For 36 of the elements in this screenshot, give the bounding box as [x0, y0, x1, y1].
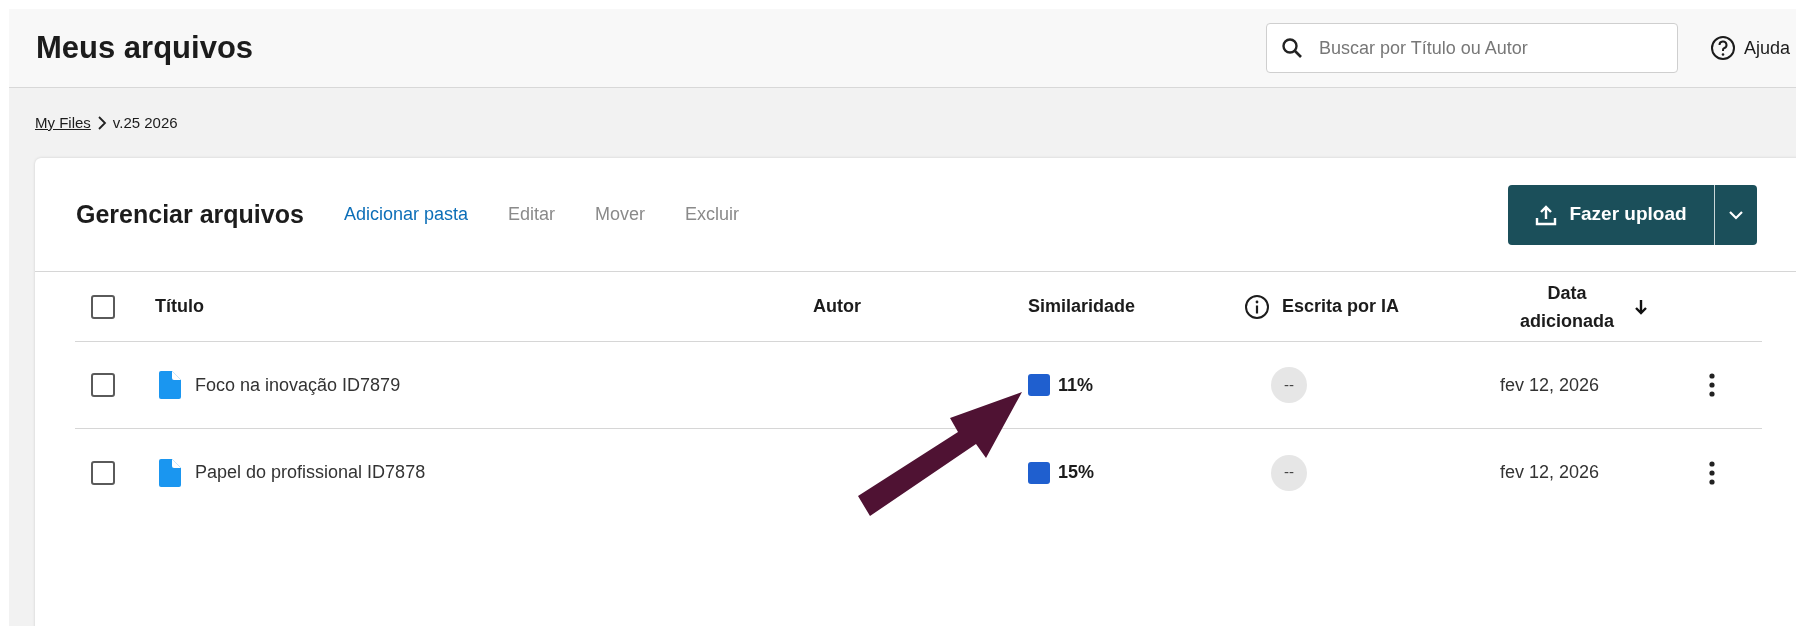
column-header: Autor	[813, 295, 861, 318]
date-added: fev 12, 2026	[1499, 461, 1601, 484]
file-title[interactable]: Papel do profissional ID7878	[195, 459, 426, 486]
document-icon	[159, 371, 181, 399]
caret-icon[interactable]	[1728, 209, 1744, 220]
toolbar-link[interactable]: Adicionar pasta	[343, 201, 468, 228]
document-icon	[159, 458, 181, 487]
search-field[interactable]: Buscar por Título ou Autor	[1265, 23, 1678, 73]
column-header: Título	[155, 295, 204, 318]
search-icon	[1279, 36, 1304, 60]
breadcrumb-link[interactable]: My Files	[35, 111, 91, 135]
sort-down-icon[interactable]	[1634, 298, 1648, 315]
checkbox[interactable]	[91, 373, 115, 397]
more-options-icon[interactable]	[1708, 372, 1716, 398]
checkbox[interactable]	[91, 460, 115, 485]
similarity-score[interactable]: 15%	[1058, 459, 1095, 486]
column-header[interactable]: Data adicionada	[1512, 278, 1622, 335]
page-title: Meus arquivos	[36, 28, 254, 67]
file-title[interactable]: Foco na inovação ID7879	[195, 371, 401, 399]
panel-title: Gerenciar arquivos	[76, 198, 304, 230]
upload-label: Fazer upload	[1569, 202, 1687, 227]
ai-score-badge: --	[1271, 454, 1307, 491]
breadcrumb-current: v.25 2026	[112, 112, 178, 133]
upload-icon	[1535, 203, 1558, 226]
chevron-right-icon	[96, 116, 107, 130]
column-header: Similaridade	[1028, 295, 1136, 318]
more-options-icon[interactable]	[1708, 459, 1716, 486]
info-icon[interactable]	[1244, 293, 1270, 320]
help-button[interactable]: Ajuda	[1709, 34, 1790, 62]
help-icon	[1709, 35, 1736, 61]
upload-button[interactable]: Fazer upload	[1508, 184, 1757, 245]
checkbox[interactable]	[91, 294, 115, 319]
column-header: Escrita por IA	[1282, 295, 1400, 318]
ai-score-badge: --	[1271, 367, 1307, 403]
similarity-score[interactable]: 11%	[1058, 371, 1094, 399]
date-added: fev 12, 2026	[1499, 373, 1601, 397]
